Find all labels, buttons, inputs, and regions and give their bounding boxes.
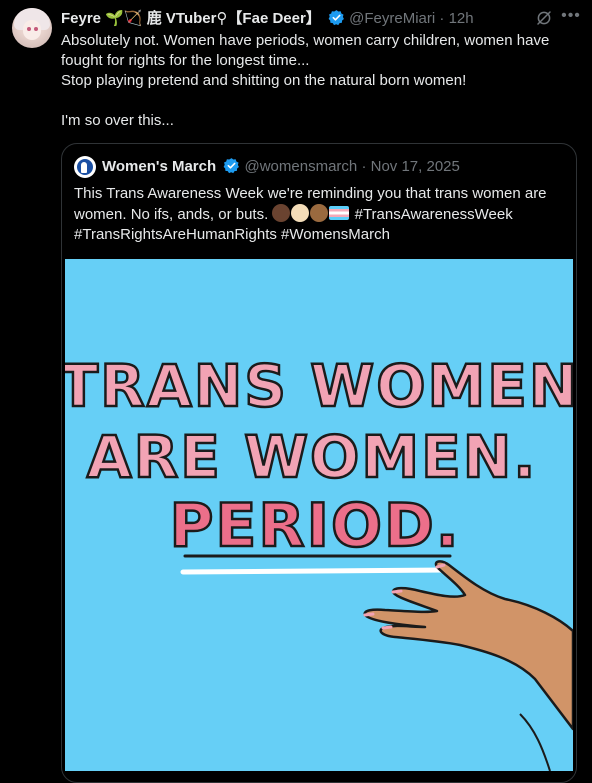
quoted-author-handle[interactable]: @womensmarch [245,158,358,175]
image-text-line1: TRANS WOMEN [65,352,573,420]
image-text-line2: ARE WOMEN. [87,423,538,491]
author-handle[interactable]: @FeyreMiari [349,10,435,27]
raised-fist-medium-icon [310,204,329,222]
separator: · [439,10,445,27]
underline-white [180,567,450,575]
tweet: Feyre 🌱🏹 鹿 VTuber⚲【Fae Deer】 @FeyreMiari… [0,0,592,783]
separator: · [361,158,367,175]
transgender-flag-icon [329,206,350,220]
quoted-tweet-header: Women's March @womensmarch · Nov 17, 202… [102,157,460,177]
quoted-tweet-image[interactable]: TRANS WOMEN ARE WOMEN. PERIOD. [65,259,573,771]
quoted-tweet-text: This Trans Awareness Week we're remindin… [74,184,564,245]
tweet-text-line: Stop playing pretend and shitting on the… [61,72,467,89]
image-text-line3: PERIOD. [169,491,460,561]
tweet-text-line: Absolutely not. Women have periods, wome… [61,32,550,69]
author-name[interactable]: Feyre [61,10,101,27]
verified-badge-icon [328,10,344,26]
quoted-author-avatar[interactable] [74,156,96,178]
tweet-header: Feyre 🌱🏹 鹿 VTuber⚲【Fae Deer】 @FeyreMiari… [61,9,582,29]
quoted-tweet[interactable]: Women's March @womensmarch · Nov 17, 202… [61,143,577,783]
raised-fist-light-icon [291,204,310,222]
more-dots-icon[interactable]: ••• [560,7,582,27]
verified-badge-icon [223,158,240,174]
quoted-author-name[interactable]: Women's March [102,158,216,175]
tweet-time[interactable]: 12h [449,10,474,27]
author-avatar[interactable] [12,8,52,48]
image-illustration: TRANS WOMEN ARE WOMEN. PERIOD. [65,351,573,771]
tweet-text-line: I'm so over this... [61,112,174,129]
raised-fist-dark-icon [272,204,291,222]
hand-illustration [363,560,573,771]
grok-icon[interactable] [535,9,553,27]
tweet-text: Absolutely not. Women have periods, wome… [61,31,581,131]
author-name-decoration[interactable]: 🌱🏹 鹿 VTuber⚲【Fae Deer】 [105,10,321,27]
quoted-tweet-date[interactable]: Nov 17, 2025 [371,158,460,175]
